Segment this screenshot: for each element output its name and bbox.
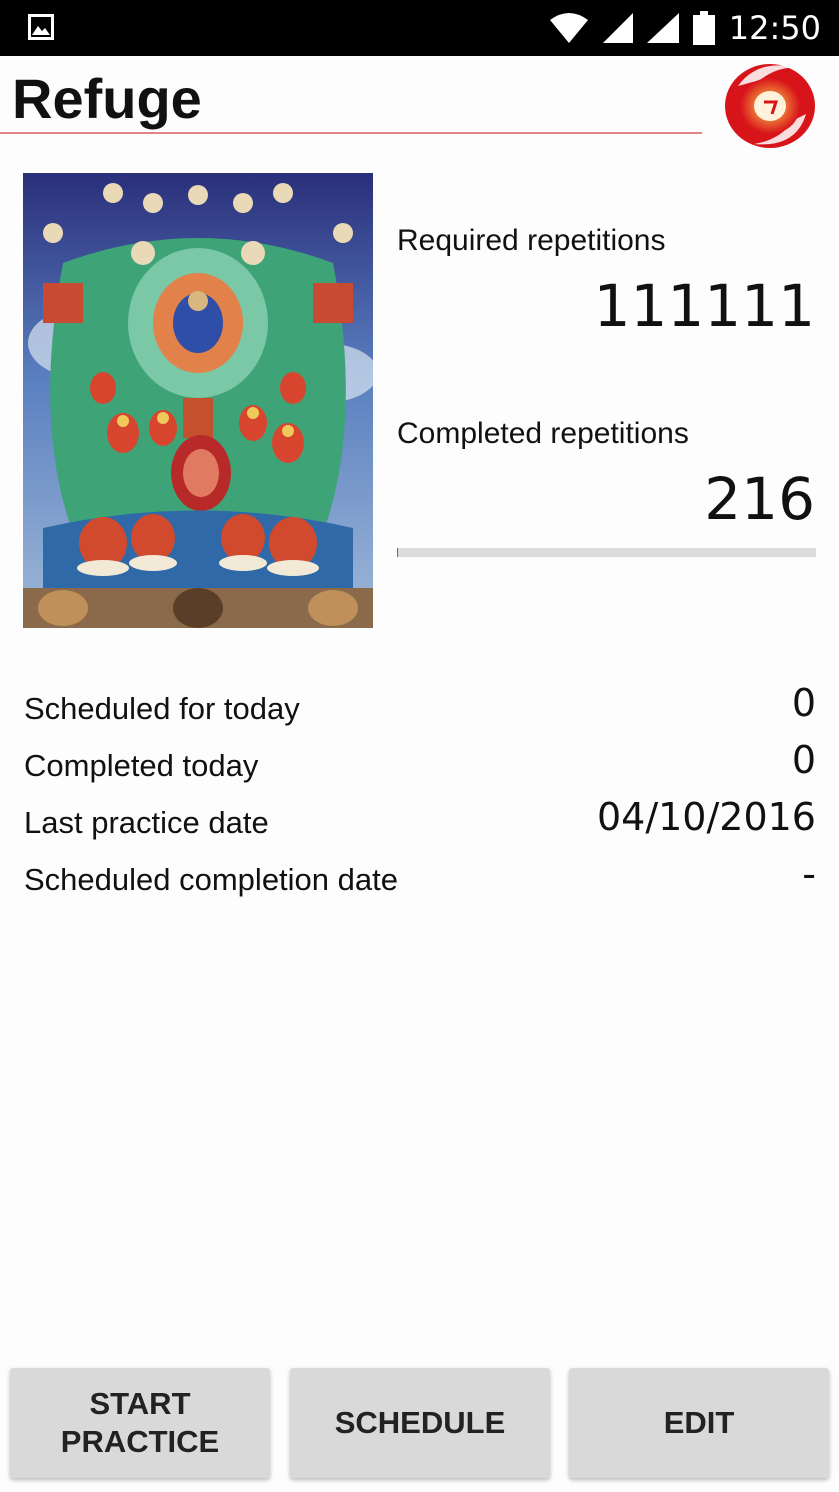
detail-value: 0 — [791, 738, 816, 782]
detail-row-completed-today: Completed today 0 — [24, 735, 816, 792]
refuge-tree-image — [23, 173, 373, 628]
completed-repetitions-label: Completed repetitions — [397, 417, 689, 450]
title-divider — [0, 132, 702, 134]
schedule-button[interactable]: SCHEDULE — [290, 1368, 550, 1478]
page-title: Refuge — [12, 67, 202, 130]
detail-row-last-practice-date: Last practice date 04/10/2016 — [24, 792, 816, 849]
detail-label: Completed today — [24, 748, 259, 783]
detail-label: Scheduled completion date — [24, 862, 398, 897]
detail-label: Last practice date — [24, 805, 269, 840]
detail-row-scheduled-completion-date: Scheduled completion date - — [24, 849, 816, 906]
required-repetitions-value: 111111 — [593, 272, 815, 340]
repetitions-progress-bar — [397, 548, 816, 557]
status-bar: 12:50 — [0, 0, 839, 56]
detail-label: Scheduled for today — [24, 691, 300, 726]
repetitions-progress-fill — [397, 548, 398, 557]
signal-icon — [646, 13, 679, 43]
detail-value: 04/10/2016 — [596, 795, 816, 839]
gallery-notification-icon — [28, 14, 54, 40]
detail-value: 0 — [791, 681, 816, 725]
detail-row-scheduled-today: Scheduled for today 0 — [24, 678, 816, 735]
detail-value: - — [802, 852, 816, 896]
edit-button[interactable]: EDIT — [569, 1368, 829, 1478]
status-time: 12:50 — [728, 9, 821, 47]
red-spiral-logo-icon — [725, 64, 815, 148]
required-repetitions-label: Required repetitions — [397, 224, 666, 257]
wifi-icon — [549, 13, 588, 43]
start-practice-button[interactable]: START PRACTICE — [10, 1368, 270, 1478]
battery-icon — [692, 11, 715, 45]
signal-icon — [602, 13, 633, 43]
completed-repetitions-value: 216 — [704, 465, 815, 533]
